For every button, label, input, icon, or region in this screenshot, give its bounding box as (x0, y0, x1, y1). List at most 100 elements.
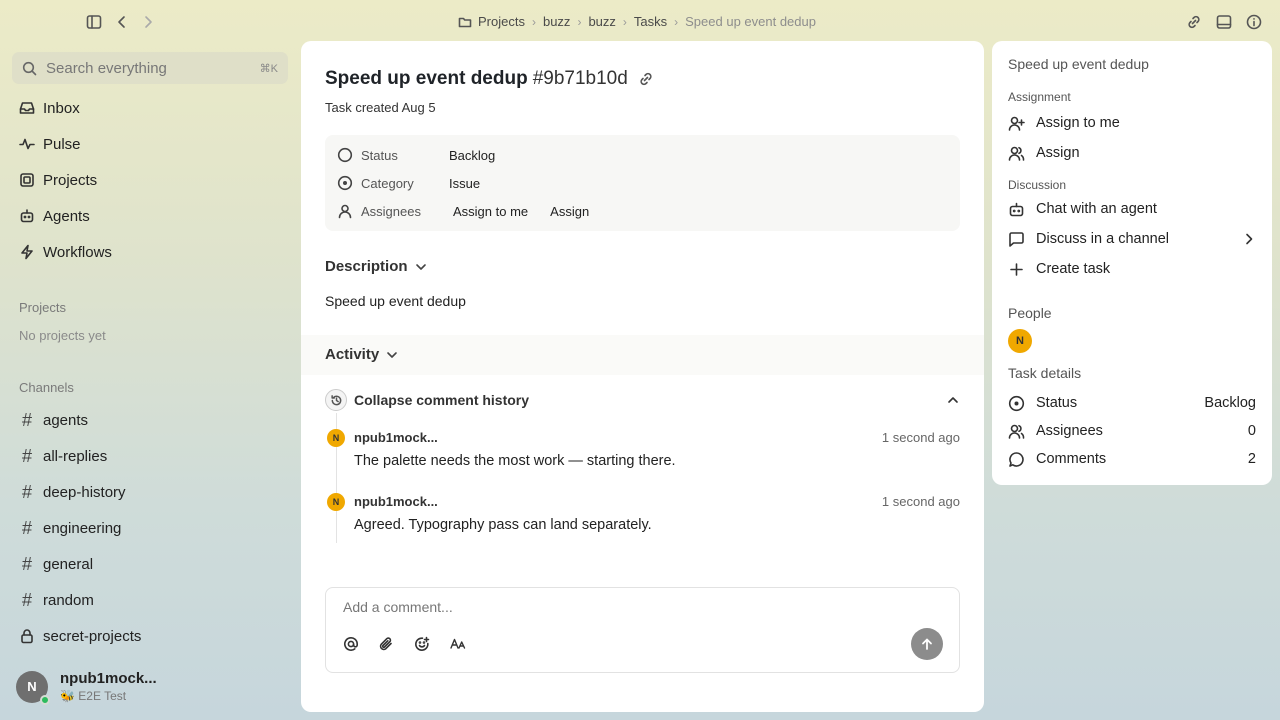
hash-icon: # (21, 553, 32, 574)
task-title-text: Speed up event dedup (325, 68, 528, 89)
avatar-initial: N (27, 679, 37, 694)
comment-history-label: Collapse comment history (354, 392, 530, 408)
chat-with-agent-action[interactable]: Chat with an agent (1008, 198, 1256, 220)
detail-assignees: Assignees 0 (1008, 420, 1256, 442)
status-label: Status (361, 147, 398, 163)
projects-icon (19, 172, 35, 188)
status-value[interactable]: Backlog (449, 148, 495, 163)
sidebar-item-projects[interactable]: Projects (19, 168, 97, 192)
category-icon (337, 175, 353, 191)
category-row[interactable]: Category Issue (337, 173, 480, 193)
assign-to-me-action[interactable]: Assign to me (1008, 112, 1256, 134)
user-plus-icon (1008, 115, 1025, 132)
sidebar-item-label: Pulse (43, 135, 81, 153)
sidebar-item-workflows[interactable]: Workflows (19, 240, 112, 264)
channel-engineering[interactable]: # engineering (19, 516, 121, 540)
hash-icon: # (21, 445, 32, 466)
status-row[interactable]: Status Backlog (337, 145, 495, 165)
create-task-action[interactable]: Create task (1008, 258, 1256, 280)
text-format-icon[interactable] (449, 635, 467, 653)
emoji-icon[interactable] (413, 635, 431, 653)
back-arrow-icon[interactable] (113, 13, 131, 31)
assign-button[interactable]: Assign (546, 204, 593, 219)
comment-author[interactable]: npub1mock... (354, 494, 438, 509)
detail-status: Status Backlog (1008, 392, 1256, 414)
breadcrumb-separator: › (674, 14, 679, 29)
category-label: Category (361, 175, 414, 191)
breadcrumb-buzz-2[interactable]: buzz (588, 14, 615, 29)
description-heading: Description (325, 258, 408, 275)
people-section-label: People (1008, 305, 1052, 321)
category-value[interactable]: Issue (449, 176, 480, 191)
assign-action[interactable]: Assign (1008, 142, 1256, 164)
comment-input[interactable]: Add a comment... (343, 599, 453, 615)
breadcrumb-projects[interactable]: Projects (478, 14, 525, 29)
avatar: N (16, 670, 50, 705)
channel-label: all-replies (43, 447, 108, 465)
channel-deep-history[interactable]: # deep-history (19, 480, 126, 504)
users-icon (1008, 145, 1025, 162)
detail-value: 0 (1247, 423, 1256, 439)
hash-icon: # (21, 481, 32, 502)
online-status-dot (40, 694, 50, 705)
sidebar-item-pulse[interactable]: Pulse (19, 132, 81, 156)
search-icon (22, 61, 37, 76)
task-detail-panel: Speed up event dedup #9b71b10d Task crea… (301, 41, 984, 712)
channel-random[interactable]: # random (19, 588, 94, 612)
activity-toggle[interactable]: Activity (325, 346, 399, 363)
user-profile[interactable]: N npub1mock... 🐝 E2E Test (16, 670, 157, 705)
channel-all-replies[interactable]: # all-replies (19, 444, 107, 468)
user-status: 🐝 E2E Test (60, 689, 127, 703)
comment-composer[interactable]: Add a comment... (325, 587, 960, 673)
copy-link-icon[interactable] (638, 71, 654, 87)
lock-icon (19, 628, 35, 644)
channel-agents[interactable]: # agents (19, 408, 88, 432)
top-bar: Projects › buzz › buzz › Tasks › Speed u… (0, 0, 1280, 44)
sidebar-item-inbox[interactable]: Inbox (19, 96, 80, 120)
channel-label: general (43, 555, 94, 573)
breadcrumb-tasks[interactable]: Tasks (634, 14, 667, 29)
activity-heading: Activity (325, 346, 380, 363)
comment-timestamp: 1 second ago (881, 430, 960, 445)
channel-secret-projects[interactable]: secret-projects (19, 624, 141, 648)
avatar[interactable]: N (1008, 329, 1032, 353)
channel-label: engineering (43, 519, 122, 537)
assignees-row: Assignees Assign to me Assign (337, 201, 607, 221)
comment-body: Agreed. Typography pass can land separat… (354, 517, 652, 533)
comment-body: The palette needs the most work — starti… (354, 453, 676, 469)
breadcrumb-separator: › (622, 14, 627, 29)
task-side-panel: Speed up event dedup Assignment Assign t… (992, 41, 1272, 485)
comment-author[interactable]: npub1mock... (354, 430, 438, 445)
info-icon[interactable] (1245, 13, 1263, 31)
avatar: N (327, 429, 345, 447)
hash-icon: # (21, 517, 32, 538)
channels-section-label: Channels (19, 380, 74, 395)
link-icon[interactable] (1185, 13, 1203, 31)
action-label: Assign (1036, 145, 1080, 161)
sidebar-toggle-icon[interactable] (85, 13, 103, 31)
panel-toggle-icon[interactable] (1215, 13, 1233, 31)
forward-arrow-icon[interactable] (139, 13, 157, 31)
bot-icon (1008, 201, 1025, 218)
channel-label: secret-projects (43, 627, 142, 645)
breadcrumb: Projects › buzz › buzz › Tasks › Speed u… (458, 14, 816, 29)
description-toggle[interactable]: Description (325, 258, 428, 275)
search-input[interactable]: Search everything ⌘K (12, 52, 288, 84)
attachment-icon[interactable] (377, 635, 395, 653)
comment-history-toggle[interactable]: Collapse comment history (325, 389, 960, 411)
assign-to-me-button[interactable]: Assign to me (449, 204, 532, 219)
discussion-section-label: Discussion (1008, 178, 1067, 192)
channel-label: random (43, 591, 94, 609)
channel-general[interactable]: # general (19, 552, 93, 576)
comment-timestamp: 1 second ago (881, 494, 960, 509)
sidebar-item-agents[interactable]: Agents (19, 204, 90, 228)
task-created-date: Task created Aug 5 (325, 100, 436, 115)
send-button[interactable] (911, 628, 943, 660)
mention-icon[interactable] (342, 635, 360, 653)
breadcrumb-buzz[interactable]: buzz (543, 14, 570, 29)
action-label: Assign to me (1036, 115, 1120, 131)
sidebar-item-label: Projects (43, 171, 98, 189)
discuss-in-channel-action[interactable]: Discuss in a channel (1008, 228, 1256, 250)
action-label: Chat with an agent (1036, 201, 1157, 217)
action-label: Create task (1036, 261, 1111, 277)
